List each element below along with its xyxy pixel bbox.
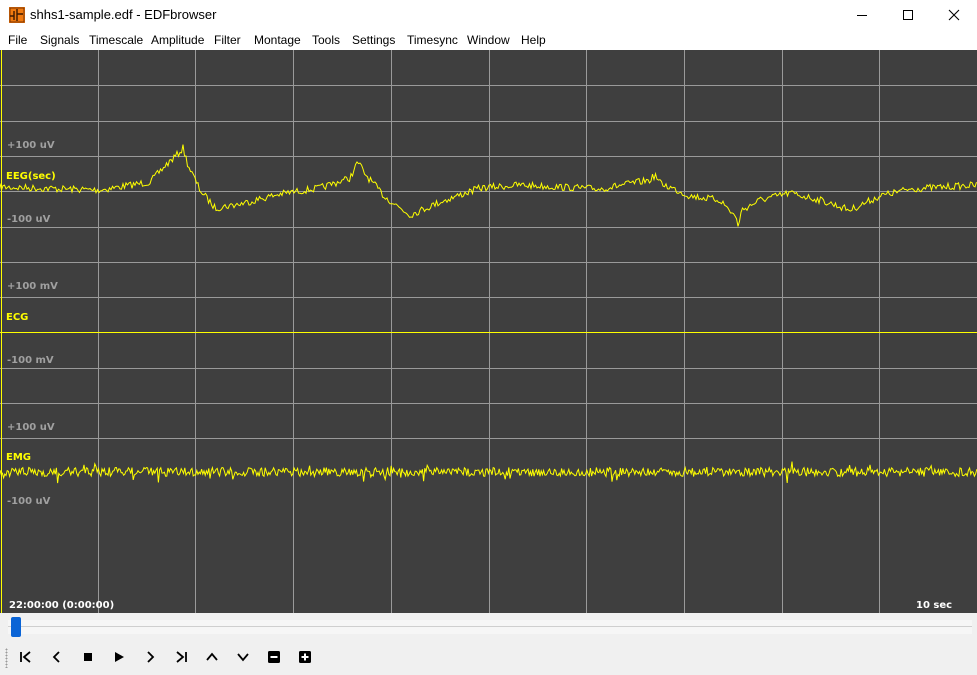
menu-filter[interactable]: Filter [214,33,241,47]
menu-signals[interactable]: Signals [40,33,79,47]
move-up-button[interactable] [201,646,223,668]
maximize-button[interactable] [885,0,931,30]
close-button[interactable] [931,0,977,30]
skip-to-start-icon [20,651,31,663]
plot-grid [0,50,977,613]
play-icon [115,652,124,662]
zoom-in-button[interactable] [294,646,316,668]
menu-file[interactable]: File [8,33,27,47]
skip-to-end-icon [176,651,187,663]
scrollbar-track[interactable] [8,620,972,634]
scrollbar-groove [8,626,972,627]
window-title: shhs1-sample.edf - EDFbrowser [30,7,217,22]
chevron-up-icon [206,652,218,661]
edfbrowser-app-icon [9,7,25,23]
menu-settings[interactable]: Settings [352,33,395,47]
first-page-button[interactable] [15,646,37,668]
time-scrollbar[interactable] [0,613,977,640]
chevron-down-icon [237,653,249,662]
stop-icon [84,653,92,661]
menu-tools[interactable]: Tools [312,33,340,47]
minus-box-icon [268,651,280,663]
minimize-button[interactable] [839,0,885,30]
timescale-label: 10 sec [916,600,953,611]
scrollbar-handle[interactable] [11,617,21,637]
emg-scale-bottom: -100 uV [7,496,51,507]
menu-timesync[interactable]: Timesync [407,33,458,47]
minimize-icon [857,15,867,16]
start-time-label: 22:00:00 (0:00:00) [9,600,115,611]
ecg-scale-bottom: -100 mV [7,355,54,366]
plus-box-icon [299,651,311,663]
signal-plot-canvas [0,50,977,613]
emg-trace [0,461,977,484]
play-button[interactable] [108,646,130,668]
emg-scale-top: +100 uV [7,422,55,433]
zoom-out-button[interactable] [263,646,285,668]
title-bar: shhs1-sample.edf - EDFbrowser [0,0,977,30]
navigation-toolbar [0,640,977,675]
move-down-button[interactable] [232,646,254,668]
eeg-scale-bottom: -100 uV [7,214,51,225]
previous-button[interactable] [46,646,68,668]
stop-button[interactable] [77,646,99,668]
menu-window[interactable]: Window [467,33,510,47]
ecg-signal-label[interactable]: ECG [6,312,28,324]
next-button[interactable] [139,646,161,668]
signal-plot[interactable]: +100 uV EEG(sec) -100 uV +100 mV ECG -10… [0,50,977,613]
menu-bar: File Signals Timescale Amplitude Filter … [0,30,977,50]
toolbar-grip[interactable] [5,648,8,668]
ecg-scale-top: +100 mV [7,281,58,292]
eeg-signal-label[interactable]: EEG(sec) [6,171,56,183]
emg-signal-label[interactable]: EMG [6,452,31,464]
menu-timescale[interactable]: Timescale [89,33,143,47]
menu-help[interactable]: Help [521,33,546,47]
last-page-button[interactable] [170,646,192,668]
menu-montage[interactable]: Montage [254,33,301,47]
close-icon [948,9,960,21]
chevron-right-icon [147,651,155,663]
eeg-scale-top: +100 uV [7,140,55,151]
chevron-left-icon [52,651,60,663]
maximize-icon [903,10,913,20]
menu-amplitude[interactable]: Amplitude [151,33,204,47]
